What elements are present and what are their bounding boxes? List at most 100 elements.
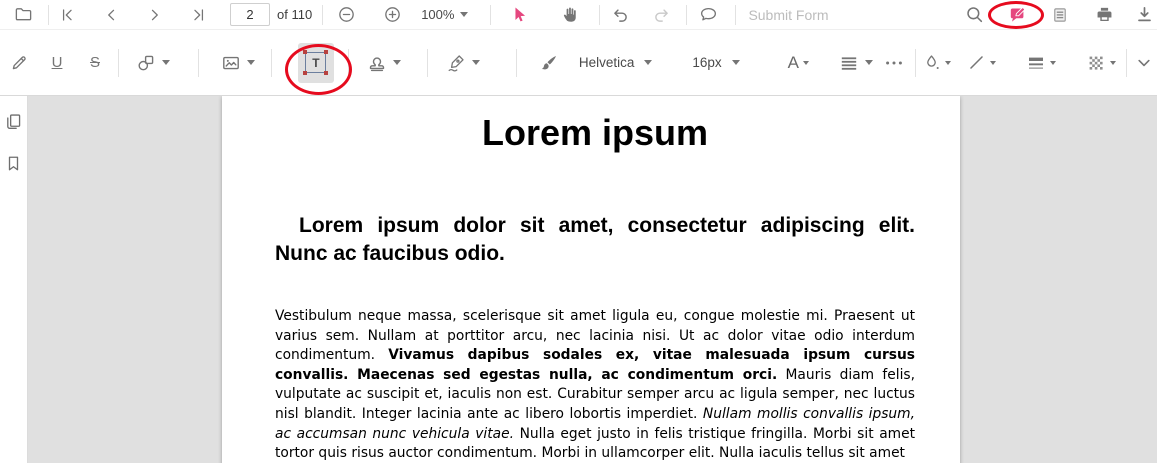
strikethrough-button[interactable]: S	[82, 46, 108, 80]
chevron-down-icon	[393, 60, 401, 65]
signature-icon	[446, 53, 466, 73]
last-page-icon	[190, 6, 208, 24]
pdf-viewer-app: of 110 100% Submit Form	[0, 0, 1157, 464]
handle-dot	[324, 71, 328, 75]
bookmarks-button[interactable]	[2, 150, 26, 176]
page-thumbnails-button[interactable]	[2, 108, 26, 134]
opacity-icon	[1086, 53, 1106, 73]
document-title: Lorem ipsum	[275, 112, 915, 154]
page-count-label: of 110	[277, 7, 312, 22]
stamp-dropdown[interactable]	[367, 53, 401, 73]
divider	[427, 49, 428, 77]
text-tool-icon: T	[305, 52, 326, 73]
text-tool-button[interactable]: T	[298, 43, 334, 83]
last-page-button[interactable]	[184, 2, 214, 28]
text-tool-letter: T	[312, 56, 319, 70]
edit-annotations-button[interactable]	[1003, 2, 1033, 28]
zoom-in-icon	[383, 5, 402, 24]
zoom-in-button[interactable]	[377, 2, 407, 28]
first-page-button[interactable]	[52, 2, 82, 28]
chevron-down-icon	[247, 60, 255, 65]
divider	[490, 5, 491, 25]
chevron-down-icon	[472, 60, 480, 65]
document-viewer[interactable]: Lorem ipsum Lorem ipsum dolor sit amet, …	[28, 96, 1157, 463]
notes-panel-button[interactable]	[1045, 2, 1075, 28]
chevron-down-icon	[460, 12, 468, 17]
print-button[interactable]	[1089, 2, 1119, 28]
divider	[915, 49, 916, 77]
divider	[686, 5, 687, 25]
font-family-dropdown[interactable]: Helvetica	[579, 55, 653, 70]
submit-form-button[interactable]: Submit Form	[748, 7, 828, 23]
page-number-input[interactable]	[230, 3, 270, 26]
undo-icon	[612, 6, 630, 24]
search-button[interactable]	[959, 2, 989, 28]
print-icon	[1095, 5, 1114, 24]
zoom-out-icon	[337, 5, 356, 24]
freehand-pen-icon	[10, 53, 29, 72]
font-size-dropdown[interactable]: 16px	[692, 55, 739, 70]
toggle-panel-button[interactable]	[8, 2, 38, 28]
divider	[1126, 49, 1127, 77]
line-thickness-dropdown[interactable]	[1026, 53, 1056, 73]
brush-icon	[539, 53, 559, 73]
divider	[198, 49, 199, 77]
more-options-button[interactable]	[881, 46, 907, 80]
opacity-dropdown[interactable]	[1086, 53, 1116, 73]
comment-tool-button[interactable]	[693, 2, 723, 28]
zoom-level-dropdown[interactable]: 100%	[421, 7, 468, 22]
align-icon	[839, 53, 859, 73]
font-color-icon: A	[788, 53, 799, 73]
download-button[interactable]	[1131, 2, 1157, 28]
zoom-out-button[interactable]	[331, 2, 361, 28]
signature-dropdown[interactable]	[446, 53, 480, 73]
font-color-dropdown[interactable]: A	[788, 53, 809, 73]
left-sidebar	[0, 96, 28, 463]
collapse-toolbar-button[interactable]	[1131, 46, 1157, 80]
search-icon	[965, 5, 984, 24]
toggle-panel-icon	[14, 5, 33, 24]
line-thickness-icon	[1026, 53, 1046, 73]
divider	[516, 49, 517, 77]
redo-button[interactable]	[646, 2, 676, 28]
handle-dot	[324, 50, 328, 54]
more-options-icon	[884, 53, 904, 73]
prev-page-button[interactable]	[96, 2, 126, 28]
handle-dot	[303, 50, 307, 54]
annotation-toolbar: U S T	[0, 30, 1157, 96]
align-dropdown[interactable]	[839, 53, 873, 73]
pan-tool-button[interactable]	[555, 2, 585, 28]
fill-color-dropdown[interactable]	[922, 53, 951, 72]
strikethrough-icon: S	[90, 55, 100, 70]
fill-color-icon	[922, 53, 941, 72]
next-page-button[interactable]	[140, 2, 170, 28]
divider	[735, 5, 736, 25]
divider	[599, 5, 600, 25]
chevron-down-icon	[945, 61, 951, 65]
shapes-dropdown[interactable]	[136, 53, 170, 73]
pointer-icon	[509, 5, 528, 24]
chevron-down-icon	[162, 60, 170, 65]
prev-page-icon	[102, 6, 120, 24]
font-family-label: Helvetica	[579, 55, 635, 70]
handle-dot	[303, 71, 307, 75]
undo-button[interactable]	[606, 2, 636, 28]
body-paragraph: Vestibulum neque massa, scelerisque sit …	[275, 307, 915, 463]
document-subtitle: Lorem ipsum dolor sit amet, consectetur …	[275, 212, 915, 268]
brush-tool-button[interactable]	[535, 46, 563, 80]
comment-icon	[699, 5, 718, 24]
shapes-icon	[136, 53, 156, 73]
pointer-tool-button[interactable]	[503, 2, 533, 28]
chevron-down-icon	[990, 61, 996, 65]
workspace: Lorem ipsum Lorem ipsum dolor sit amet, …	[0, 96, 1157, 463]
download-icon	[1135, 5, 1154, 24]
line-style-dropdown[interactable]	[967, 53, 996, 72]
divider	[118, 49, 119, 77]
chevron-down-icon	[732, 60, 740, 65]
underline-button[interactable]: U	[44, 46, 70, 80]
divider	[48, 5, 49, 25]
freehand-pen-button[interactable]	[6, 46, 32, 80]
image-dropdown[interactable]	[221, 53, 255, 73]
chevron-down-icon	[1110, 61, 1116, 65]
underline-icon: U	[52, 55, 63, 70]
